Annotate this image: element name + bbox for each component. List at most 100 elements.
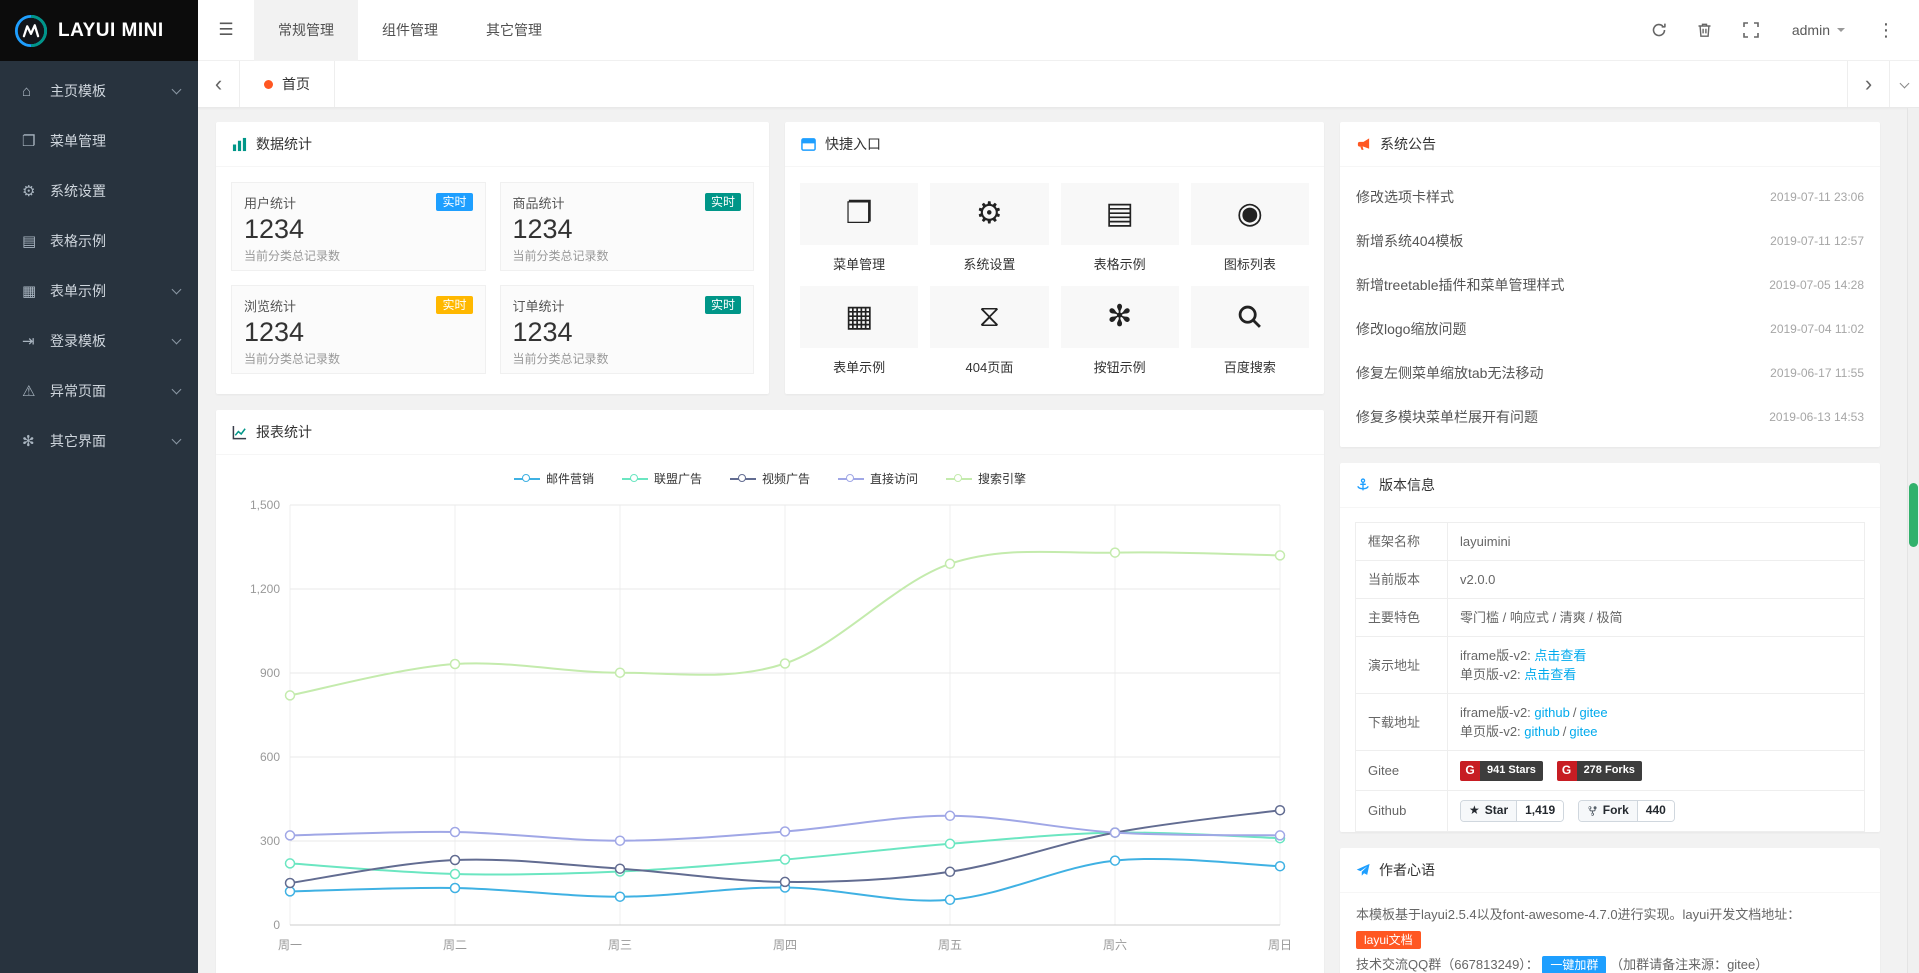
bar-chart-icon: [232, 137, 247, 152]
announcement-list: 修改选项卡样式 2019-07-11 23:06 新增系统404模板 2019-…: [1340, 167, 1880, 447]
demo-iframe-link[interactable]: 点击查看: [1534, 648, 1586, 663]
download-single-github-link[interactable]: github: [1524, 724, 1559, 739]
gitee-stars-badge[interactable]: G 941 Stars: [1460, 761, 1543, 781]
star-icon: ★: [1469, 801, 1480, 820]
quick-icon-list[interactable]: ◉ 图标列表: [1191, 183, 1309, 273]
announcement-date: 2019-07-05 14:28: [1769, 278, 1864, 292]
version-row-label: 演示地址: [1356, 637, 1448, 694]
chevron-down-icon: [172, 334, 182, 344]
legend-item[interactable]: 视频广告: [730, 470, 810, 487]
quick-404-page[interactable]: ⧖ 404页面: [930, 286, 1048, 376]
tab-scroll-left-button[interactable]: ‹: [198, 61, 240, 107]
announcement-text: 修复多模块菜单栏展开有问题: [1356, 407, 1538, 427]
join-qq-badge[interactable]: 一键加群: [1542, 956, 1606, 973]
legend-item[interactable]: 联盟广告: [622, 470, 702, 487]
legend-label: 搜索引擎: [978, 470, 1026, 487]
quick-grid: ❐ 菜单管理 ⚙ 系统设置 ▤ 表格示例 ◉ 图: [785, 167, 1324, 376]
quick-label: 百度搜索: [1191, 357, 1309, 376]
download-iframe-gitee-link[interactable]: gitee: [1579, 705, 1607, 720]
sidebar-item-error-pages[interactable]: ⚠ 异常页面: [0, 366, 198, 416]
stat-value: 1234: [244, 213, 473, 245]
tab-home[interactable]: 首页: [240, 61, 335, 107]
download-iframe-github-link[interactable]: github: [1534, 705, 1569, 720]
content-scrollbar: [1907, 108, 1919, 973]
demo-prefix: 单页版-v2:: [1460, 667, 1524, 682]
quick-baidu-search[interactable]: 百度搜索: [1191, 286, 1309, 376]
legend-item[interactable]: 邮件营销: [514, 470, 594, 487]
announcement-date: 2019-06-17 11:55: [1770, 366, 1864, 380]
version-row-value: ★Star 1,419 Fork 440: [1448, 790, 1865, 831]
demo-single-link[interactable]: 点击查看: [1524, 667, 1576, 682]
sidebar-item-label: 登录模板: [50, 331, 173, 351]
svg-text:1,200: 1,200: [250, 582, 280, 596]
sidebar-item-system-settings[interactable]: ⚙ 系统设置: [0, 166, 198, 216]
sidebar-collapse-button[interactable]: ☰: [198, 0, 254, 61]
refresh-icon: [1651, 22, 1667, 38]
sidebar-item-menu-management[interactable]: ❐ 菜单管理: [0, 116, 198, 166]
header-tab-components[interactable]: 组件管理: [358, 0, 462, 61]
legend-marker-icon: [730, 474, 756, 483]
sidebar-item-home-template[interactable]: ⌂ 主页模板: [0, 66, 198, 116]
version-row-value: layuimini: [1448, 523, 1865, 561]
quick-table-example[interactable]: ▤ 表格示例: [1061, 183, 1179, 273]
card-title: 版本信息: [1379, 475, 1435, 495]
announcement-text: 修复左侧菜单缩放tab无法移动: [1356, 363, 1543, 383]
author-note-card: 作者心语 本模板基于layui2.5.4以及font-awesome-4.7.0…: [1340, 848, 1880, 973]
more-menu-button[interactable]: ⋮: [1863, 0, 1909, 61]
version-row-value: iframe版-v2: github/gitee 单页版-v2: github/…: [1448, 694, 1865, 751]
clear-cache-button[interactable]: [1682, 0, 1728, 61]
gitee-icon: G: [1557, 761, 1577, 781]
header-tab-general[interactable]: 常规管理: [254, 0, 358, 61]
hamburger-icon: ☰: [218, 20, 233, 40]
stat-desc: 当前分类总记录数: [244, 350, 473, 367]
fullscreen-button[interactable]: [1728, 0, 1774, 61]
gitee-icon: G: [1460, 761, 1480, 781]
window-grid-icon: [801, 137, 816, 152]
quick-label: 图标列表: [1191, 254, 1309, 273]
stat-box-views: 浏览统计 实时 1234 当前分类总记录数: [231, 285, 486, 374]
fork-icon: [1587, 805, 1598, 817]
quick-system-settings[interactable]: ⚙ 系统设置: [930, 183, 1048, 273]
quick-entry-card: 快捷入口 ❐ 菜单管理 ⚙ 系统设置 ▤ 表格示例: [785, 122, 1324, 394]
chevron-down-icon: [172, 384, 182, 394]
refresh-button[interactable]: [1636, 0, 1682, 61]
svg-text:周二: 周二: [443, 938, 467, 952]
separator: /: [1573, 705, 1577, 720]
sidebar-item-table-example[interactable]: ▤ 表格示例: [0, 216, 198, 266]
version-row-label: 当前版本: [1356, 561, 1448, 599]
quick-form-example[interactable]: ▦ 表单示例: [800, 286, 918, 376]
sidebar-item-form-example[interactable]: ▦ 表单示例: [0, 266, 198, 316]
github-fork-badge[interactable]: Fork 440: [1578, 800, 1675, 822]
tab-bar: ‹ 首页 ›: [198, 61, 1919, 108]
user-menu[interactable]: admin: [1774, 0, 1863, 61]
announcement-row: 新增系统404模板 2019-07-11 12:57: [1356, 219, 1864, 263]
quick-menu-management[interactable]: ❐ 菜单管理: [800, 183, 918, 273]
quick-button-example[interactable]: ✻ 按钮示例: [1061, 286, 1179, 376]
stat-box-orders: 订单统计 实时 1234 当前分类总记录数: [500, 285, 755, 374]
author-note-body: 本模板基于layui2.5.4以及font-awesome-4.7.0进行实现。…: [1340, 893, 1880, 973]
gitee-forks-badge[interactable]: G 278 Forks: [1557, 761, 1642, 781]
layui-doc-badge[interactable]: layui文档: [1356, 931, 1421, 949]
svg-text:900: 900: [260, 666, 280, 680]
github-star-count: 1,419: [1517, 801, 1563, 821]
card-header: 版本信息: [1340, 463, 1880, 508]
tab-scroll-right-button[interactable]: ›: [1847, 61, 1889, 107]
announcement-text: 修改logo缩放问题: [1356, 319, 1466, 339]
sidebar-item-other-ui[interactable]: ✻ 其它界面: [0, 416, 198, 466]
scrollbar-thumb[interactable]: [1909, 483, 1918, 547]
quick-label: 表单示例: [800, 357, 918, 376]
tab-operations-button[interactable]: [1889, 61, 1919, 107]
warning-icon: ⚠: [22, 382, 50, 400]
tab-home-label: 首页: [282, 74, 310, 94]
download-single-gitee-link[interactable]: gitee: [1569, 724, 1597, 739]
github-star-badge[interactable]: ★Star 1,419: [1460, 800, 1564, 822]
version-row-value: 零门槛 / 响应式 / 清爽 / 极简: [1448, 599, 1865, 637]
legend-item[interactable]: 直接访问: [838, 470, 918, 487]
github-fork-label: Fork: [1603, 801, 1629, 820]
stat-label: 订单统计: [513, 296, 565, 315]
header-tab-other[interactable]: 其它管理: [462, 0, 566, 61]
legend-item[interactable]: 搜索引擎: [946, 470, 1026, 487]
sidebar-item-label: 其它界面: [50, 431, 173, 451]
realtime-badge: 实时: [436, 193, 472, 211]
sidebar-item-login-template[interactable]: ⇥ 登录模板: [0, 316, 198, 366]
